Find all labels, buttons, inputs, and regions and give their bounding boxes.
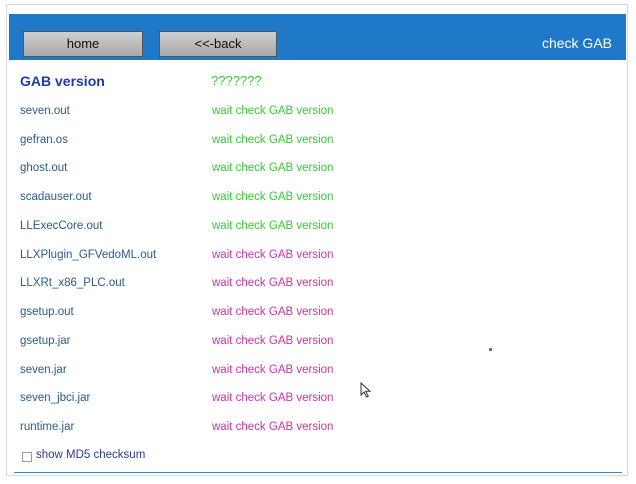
file-name: LLExecCore.out — [20, 220, 103, 232]
file-name: gsetup.jar — [20, 335, 71, 347]
file-status: wait check GAB version — [212, 421, 334, 433]
gab-version-label: GAB version — [20, 73, 105, 89]
file-name: LLXPlugin_GFVedoML.out — [20, 249, 157, 261]
file-status: wait check GAB version — [212, 249, 334, 261]
file-name: LLXRt_x86_PLC.out — [20, 277, 125, 289]
list-item: scadauser.out wait check GAB version — [20, 191, 520, 211]
file-name: gefran.os — [20, 134, 68, 146]
file-status: wait check GAB version — [212, 335, 334, 347]
file-status: wait check GAB version — [212, 105, 334, 117]
file-status: wait check GAB version — [212, 220, 334, 232]
file-name: seven_jbci.jar — [20, 392, 91, 404]
file-status: wait check GAB version — [212, 306, 334, 318]
divider — [14, 472, 622, 473]
back-button[interactable]: <<-back — [159, 31, 277, 57]
checkbox-box[interactable] — [22, 452, 32, 462]
list-item: gefran.os wait check GAB version — [20, 134, 520, 154]
list-item: runtime.jar wait check GAB version — [20, 421, 520, 441]
file-name: scadauser.out — [20, 191, 92, 203]
home-button[interactable]: home — [23, 31, 143, 57]
list-item: gsetup.out wait check GAB version — [20, 306, 520, 326]
toolbar: home <<-back check GAB — [9, 14, 626, 60]
list-item: ghost.out wait check GAB version — [20, 162, 520, 182]
file-name: ghost.out — [20, 162, 68, 174]
file-status: wait check GAB version — [212, 392, 334, 404]
gab-version-row: GAB version ??????? — [20, 73, 620, 93]
list-item: LLExecCore.out wait check GAB version — [20, 220, 520, 240]
gab-version-value: ??????? — [211, 73, 262, 88]
file-status: wait check GAB version — [212, 162, 334, 174]
list-item: gsetup.jar wait check GAB version — [20, 335, 520, 355]
list-item: seven_jbci.jar wait check GAB version — [20, 392, 520, 412]
file-status: wait check GAB version — [212, 191, 334, 203]
md5-checkbox-label: show MD5 checksum — [36, 449, 146, 461]
list-item: LLXPlugin_GFVedoML.out wait check GAB ve… — [20, 249, 520, 269]
list-item: seven.jar wait check GAB version — [20, 364, 520, 384]
file-status: wait check GAB version — [212, 277, 334, 289]
file-status: wait check GAB version — [212, 364, 334, 376]
file-name: runtime.jar — [20, 421, 75, 433]
page-title: check GAB — [541, 35, 612, 51]
mouse-pointer-icon — [360, 382, 372, 398]
list-item: LLXRt_x86_PLC.out wait check GAB version — [20, 277, 520, 297]
file-name: gsetup.out — [20, 306, 74, 318]
list-item: seven.out wait check GAB version — [20, 105, 520, 125]
stray-dot — [489, 348, 492, 351]
file-name: seven.jar — [20, 364, 67, 376]
file-name: seven.out — [20, 105, 70, 117]
file-status: wait check GAB version — [212, 134, 334, 146]
